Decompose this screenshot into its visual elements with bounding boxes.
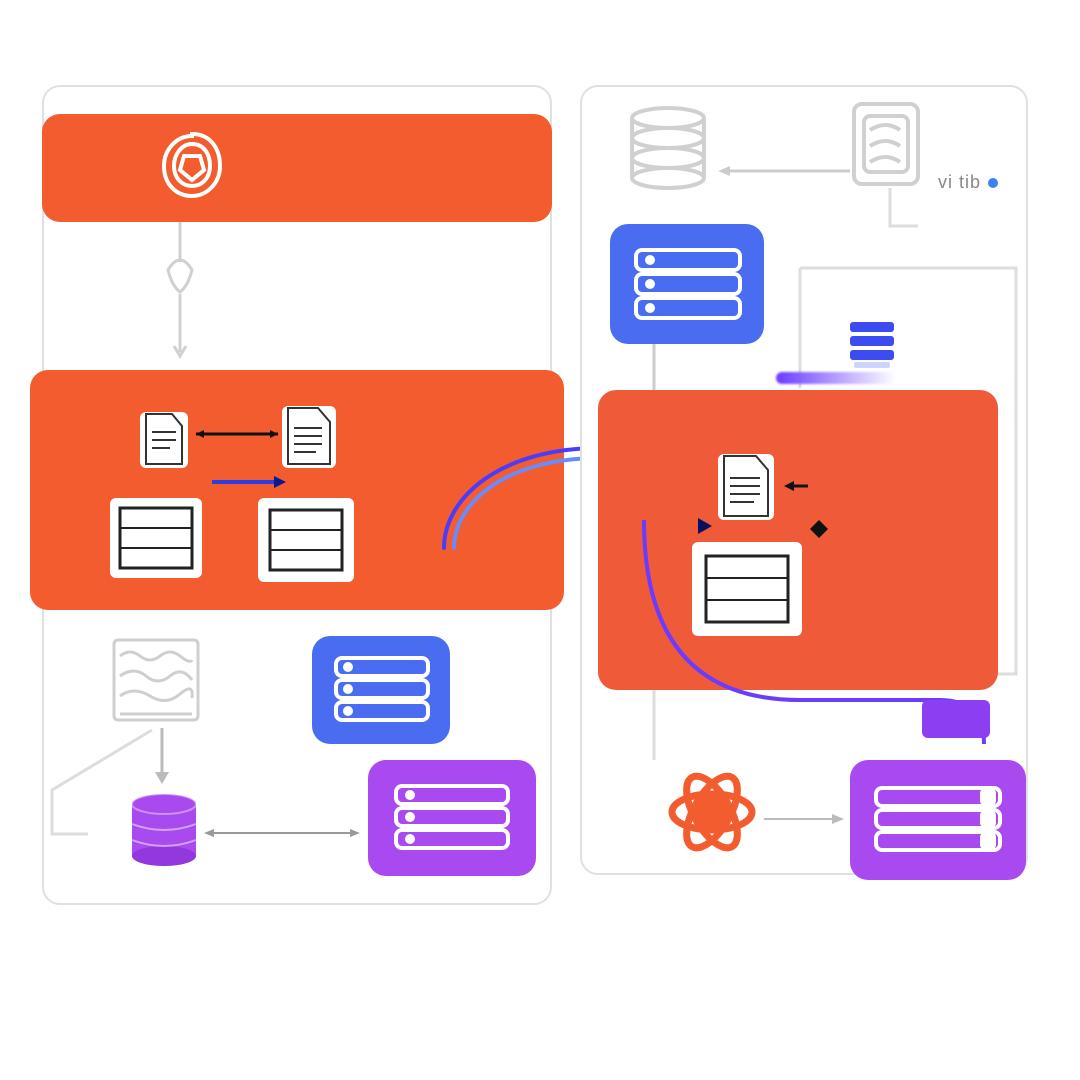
bidir-arrow-icon [202,826,362,840]
arrow-left-icon [714,164,854,178]
shelf-icon [110,636,202,733]
table-icon [258,498,354,582]
connector-line [870,186,920,246]
document-icon [282,406,336,468]
connector-line [650,690,658,760]
server-rack-icon [334,656,430,729]
disk-stack-icon [624,104,712,205]
arrow-icon [210,474,290,490]
arrow-left-icon [782,480,810,492]
document-icon [140,412,188,468]
server-rack-icon [634,248,742,325]
server-stack-icon [844,318,900,377]
connector-line [650,344,658,394]
server-rack-icon [874,786,1002,861]
server-block-blue-right [610,224,764,344]
server-block-blue-left [312,636,450,744]
status-dot-icon [988,178,998,188]
server-block-purple-right [850,760,1026,880]
database-icon [128,792,200,877]
header-block [42,114,552,222]
swirl-logo-icon [152,126,232,211]
bidir-arrow-icon [192,428,282,440]
table-icon [110,498,202,578]
atom-icon [664,764,760,865]
gradient-divider [776,372,896,384]
purple-chip [922,700,990,738]
arrow-icon [762,812,848,826]
server-rack-icon [394,784,510,859]
module-icon [850,100,922,193]
connector-line [150,222,210,372]
corner-tag-label: vi tib [938,172,981,193]
server-block-purple-left [368,760,536,876]
